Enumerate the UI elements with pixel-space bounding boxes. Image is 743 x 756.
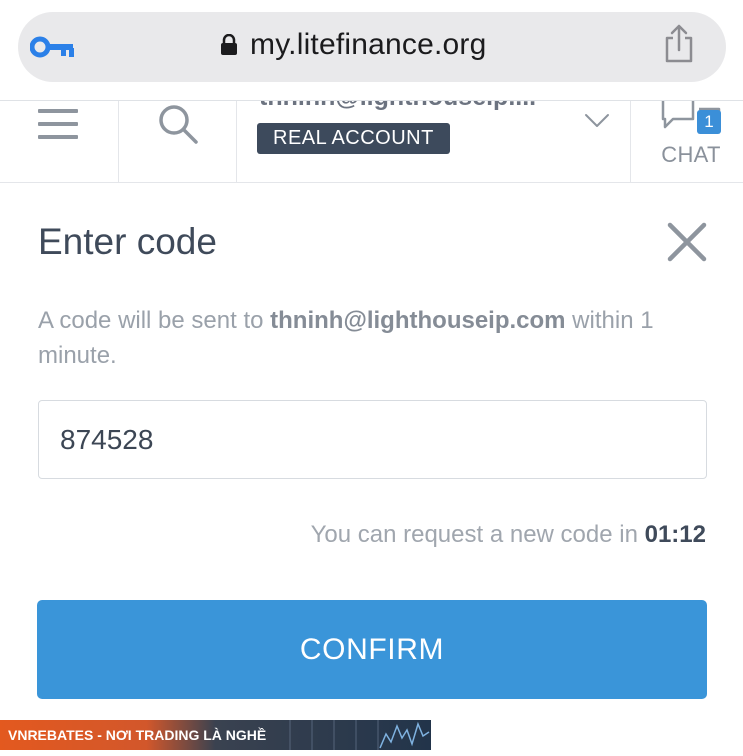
account-selector[interactable]: thninh@lighthouseip.... REAL ACCOUNT [237,101,630,182]
watermark-text: VNREBATES - NƠI TRADING LÀ NGHỀ [8,727,267,743]
desc-email: thninh@lighthouseip.com [270,307,566,334]
browser-address-bar: my.litefinance.org [0,0,743,100]
confirm-button[interactable]: CONFIRM [37,600,707,699]
lock-icon [221,34,237,55]
chat-button[interactable]: 1 CHAT [631,101,743,182]
account-email: thninh@lighthouseip.... [259,101,536,112]
app-header: thninh@lighthouseip.... REAL ACCOUNT 1 C… [0,100,743,183]
resend-timer: 01:12 [644,521,706,548]
share-icon[interactable] [662,24,696,64]
key-icon[interactable] [30,30,78,64]
desc-prefix: A code will be sent to [38,307,271,334]
code-input[interactable] [38,400,707,479]
resend-text: You can request a new code in [310,521,645,548]
chat-count-badge: 1 [697,110,721,134]
modal-title: Enter code [38,221,217,262]
modal-description: A code will be sent to thninh@lighthouse… [38,303,706,373]
chevron-down-icon [585,114,609,127]
chat-label: CHAT [661,142,721,167]
search-button[interactable] [119,101,236,182]
chart-decoration [289,720,430,750]
menu-button[interactable] [0,101,118,182]
resend-info: You can request a new code in 01:12 [311,521,706,549]
account-type-badge: REAL ACCOUNT [257,123,450,154]
search-icon [159,105,198,144]
watermark-banner: VNREBATES - NƠI TRADING LÀ NGHỀ [0,720,431,750]
url-display[interactable]: my.litefinance.org [220,20,486,70]
menu-icon [38,109,78,139]
close-icon[interactable] [667,222,707,262]
url-text: my.litefinance.org [250,28,487,61]
